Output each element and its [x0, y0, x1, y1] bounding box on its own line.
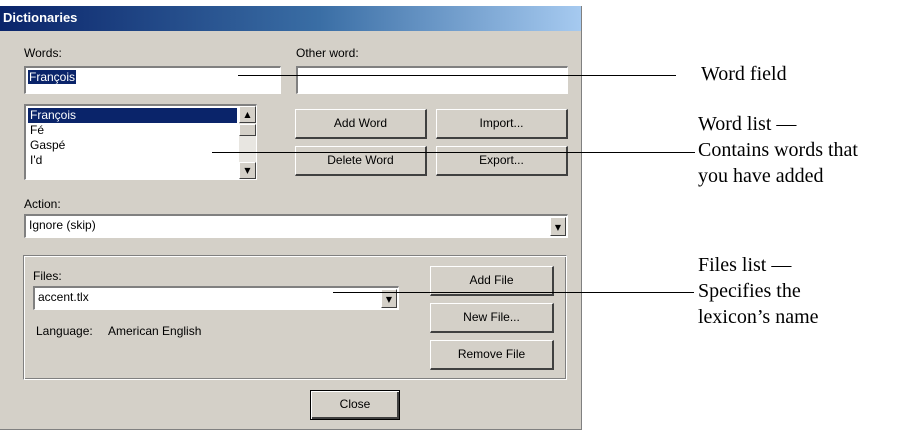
- words-label: Words:: [24, 46, 62, 60]
- export-button[interactable]: Export...: [436, 146, 568, 176]
- chevron-down-icon[interactable]: ▼: [550, 217, 566, 236]
- list-item[interactable]: Fé: [28, 123, 237, 138]
- remove-file-label: Remove File: [457, 347, 526, 361]
- dialog-title: Dictionaries: [3, 10, 78, 25]
- callout-line: Contains words that: [698, 139, 858, 161]
- close-label: Close: [339, 397, 371, 411]
- scroll-down-arrow-icon[interactable]: ▼: [239, 162, 256, 179]
- action-select[interactable]: Ignore (skip) ▼: [24, 214, 568, 238]
- title-bar[interactable]: Dictionaries: [0, 6, 581, 31]
- word-list-callout: Word list — Contains words that you have…: [698, 111, 858, 189]
- files-list-leader-line: [333, 292, 694, 293]
- list-item[interactable]: François: [28, 108, 237, 123]
- new-file-label: New File...: [463, 310, 520, 324]
- scroll-thumb[interactable]: [239, 124, 256, 136]
- callout-line: Word list —: [698, 113, 797, 135]
- files-select[interactable]: accent.tlx ▼: [33, 286, 399, 310]
- word-field-callout: Word field: [701, 61, 787, 87]
- dictionaries-dialog: Dictionaries Words: François Other word:…: [0, 6, 582, 430]
- import-label: Import...: [479, 116, 524, 130]
- list-item[interactable]: Gaspé: [28, 138, 237, 153]
- delete-word-button[interactable]: Delete Word: [295, 146, 427, 176]
- scroll-up-arrow-icon[interactable]: ▲: [239, 106, 256, 123]
- callout-line: Word field: [701, 63, 787, 85]
- close-button[interactable]: Close: [310, 390, 400, 420]
- callout-line: lexicon’s name: [698, 306, 819, 328]
- files-list-callout: Files list — Specifies the lexicon’s nam…: [698, 252, 819, 330]
- files-value: accent.tlx: [38, 290, 89, 304]
- word-list[interactable]: François Fé Gaspé I'd ▲ ▼: [24, 104, 257, 180]
- callout-line: Specifies the: [698, 280, 801, 302]
- word-list-scrollbar[interactable]: ▲ ▼: [239, 106, 256, 179]
- callout-line: Files list —: [698, 254, 792, 276]
- remove-file-button[interactable]: Remove File: [430, 340, 554, 370]
- other-word-label: Other word:: [296, 46, 359, 60]
- words-field-value: François: [28, 70, 77, 84]
- words-field[interactable]: François: [24, 66, 281, 94]
- files-label: Files:: [33, 269, 62, 283]
- add-word-button[interactable]: Add Word: [295, 109, 427, 139]
- word-list-leader-line: [212, 152, 695, 153]
- add-file-label: Add File: [469, 273, 514, 287]
- language-label: Language:: [36, 324, 93, 338]
- action-value: Ignore (skip): [29, 218, 96, 232]
- add-word-label: Add Word: [333, 116, 388, 130]
- callout-line: you have added: [698, 165, 824, 187]
- word-field-leader-line: [238, 75, 676, 76]
- list-item[interactable]: I'd: [28, 153, 237, 168]
- import-button[interactable]: Import...: [436, 109, 568, 139]
- action-label: Action:: [24, 197, 61, 211]
- new-file-button[interactable]: New File...: [430, 303, 554, 333]
- other-word-field[interactable]: [296, 66, 568, 94]
- language-value: American English: [108, 324, 202, 338]
